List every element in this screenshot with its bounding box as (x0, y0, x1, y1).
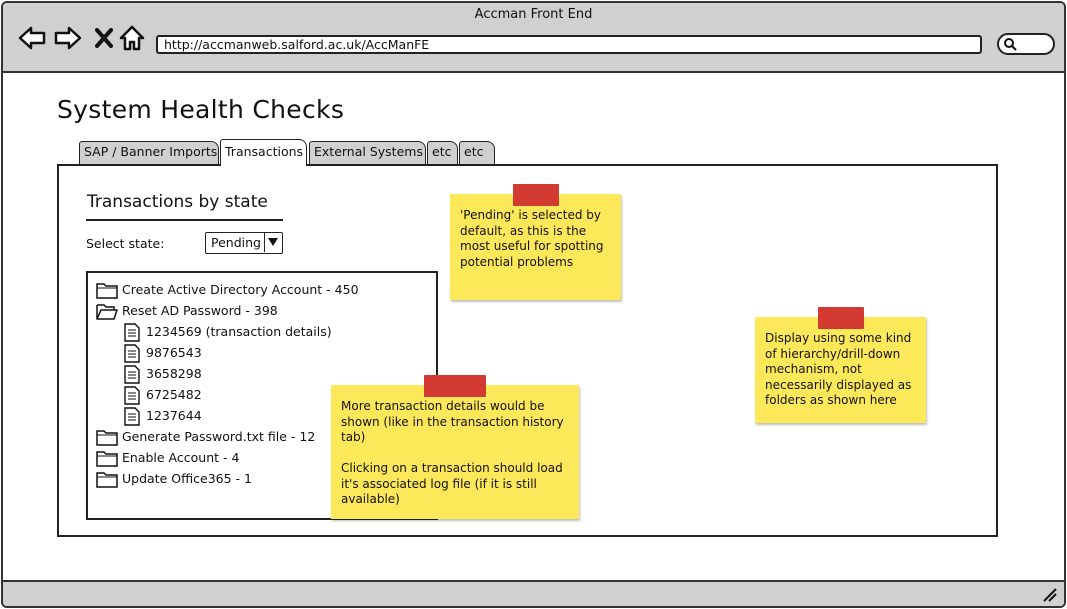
document-icon (124, 365, 140, 384)
home-icon[interactable] (117, 23, 147, 53)
tab-etc-2[interactable]: etc (459, 141, 495, 164)
browser-window: Accman Front End http://accmanweb.salfor… (1, 1, 1066, 608)
tree-node-label: Generate Password.txt file - 12 (122, 429, 316, 444)
folder-icon (96, 428, 118, 446)
tree-node-label: 1234569 (transaction details) (146, 324, 332, 339)
browser-titlebar: Accman Front End http://accmanweb.salfor… (3, 3, 1064, 73)
resize-grip-icon[interactable] (1042, 587, 1058, 603)
document-icon (124, 344, 140, 363)
tree-node-label: 9876543 (146, 345, 202, 360)
document-icon (124, 386, 140, 405)
tree-node-label: 3658298 (146, 366, 202, 381)
document-icon (124, 407, 140, 426)
sticky-note-text: 'Pending' is selected by default, as thi… (460, 208, 608, 269)
browser-search-field[interactable] (997, 33, 1055, 55)
tab-transactions[interactable]: Transactions (220, 139, 307, 166)
sticky-note-hierarchy: Display using some kind of hierarchy/dri… (755, 307, 926, 423)
tree-node-label: 1237644 (146, 408, 202, 423)
document-icon (124, 323, 140, 342)
sticky-note-text: Display using some kind of hierarchy/dri… (765, 331, 916, 407)
search-icon (1004, 38, 1017, 51)
folder-open-icon (96, 302, 118, 320)
tape-decoration (513, 184, 559, 206)
sticky-note-text: More transaction details would be shown … (341, 399, 564, 506)
select-state-label: Select state: (86, 236, 165, 251)
tree-node-label: 6725482 (146, 387, 202, 402)
tab-sap-banner-imports[interactable]: SAP / Banner Imports (79, 141, 219, 164)
chevron-down-icon[interactable] (264, 233, 282, 252)
tape-decoration (424, 375, 486, 397)
browser-statusbar (3, 580, 1064, 606)
url-bar[interactable]: http://accmanweb.salford.ac.uk/AccManFE (156, 35, 982, 54)
tree-node-label: Create Active Directory Account - 450 (122, 282, 359, 297)
tree-node-label: Update Office365 - 1 (122, 471, 252, 486)
page-title: System Health Checks (57, 95, 345, 124)
tree-node-label: Reset AD Password - 398 (122, 303, 278, 318)
tab-external-systems[interactable]: External Systems (309, 141, 426, 164)
close-x-icon[interactable] (89, 23, 119, 53)
folder-icon (96, 281, 118, 299)
folder-icon (96, 449, 118, 467)
state-dropdown-value: Pending (211, 235, 261, 250)
tab-etc-1[interactable]: etc (427, 141, 458, 164)
sticky-note-transaction-details: More transaction details would be shown … (331, 375, 579, 519)
section-title: Transactions by state (87, 192, 268, 212)
sticky-note-pending-default: 'Pending' is selected by default, as thi… (450, 184, 621, 300)
forward-arrow-icon[interactable] (53, 23, 83, 53)
tape-decoration (818, 307, 864, 329)
state-dropdown[interactable]: Pending (205, 232, 283, 254)
tree-node-label: Enable Account - 4 (122, 450, 240, 465)
back-arrow-icon[interactable] (17, 23, 47, 53)
section-divider (86, 219, 283, 221)
folder-icon (96, 470, 118, 488)
window-title: Accman Front End (474, 7, 593, 22)
